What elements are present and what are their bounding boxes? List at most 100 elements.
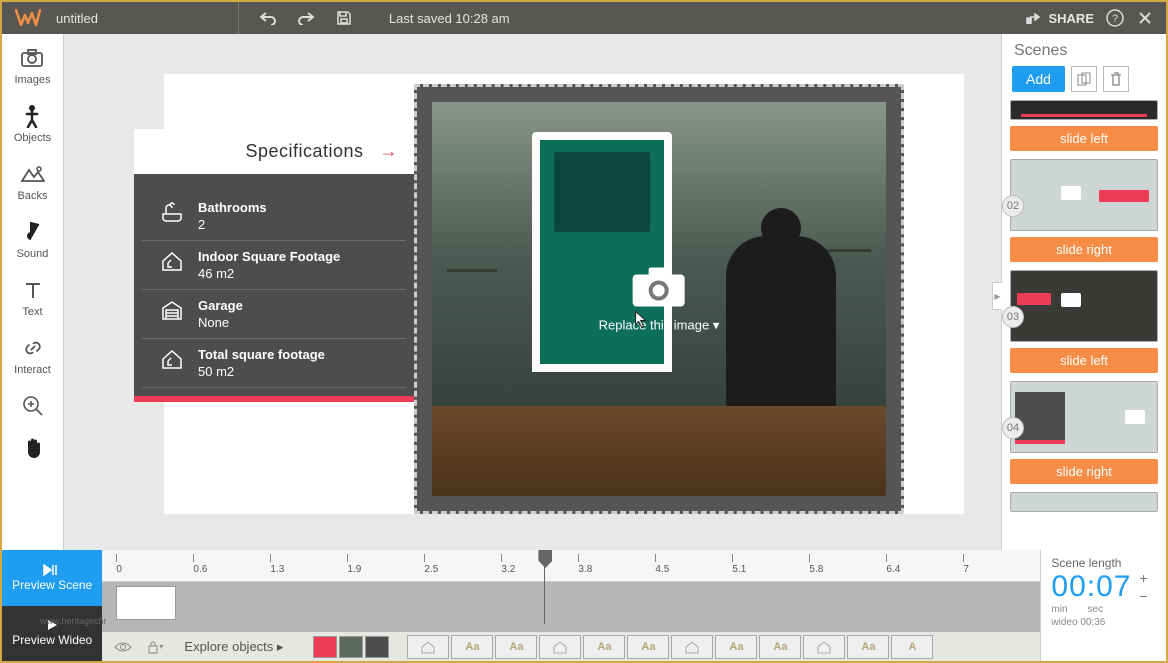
layer-item[interactable]: Aa <box>583 635 625 659</box>
specifications-panel[interactable]: Specifications → Bathrooms2 Indoor Squar… <box>134 129 414 402</box>
delete-scene-button[interactable] <box>1103 66 1129 92</box>
layer-item[interactable]: Aa <box>759 635 801 659</box>
collapse-panel-handle[interactable]: ▶ <box>992 282 1002 310</box>
scene-transition[interactable]: slide right <box>1010 459 1158 484</box>
tool-interact[interactable]: Interact <box>14 336 51 376</box>
visibility-toggle[interactable] <box>112 637 134 657</box>
spec-accent-bar <box>134 396 414 402</box>
ruler-tick: 0 <box>116 550 193 575</box>
undo-button[interactable] <box>259 9 277 27</box>
ruler-tick: 7 <box>963 550 1040 575</box>
link-icon <box>21 336 45 360</box>
color-swatch[interactable] <box>313 636 337 658</box>
help-button[interactable]: ? <box>1106 9 1124 27</box>
scene-list[interactable]: slide left 02 slide right 03 slide left … <box>1002 100 1166 554</box>
scene-number: 03 <box>1002 306 1024 328</box>
topbar: untitled Last saved 10:28 am SHARE ? <box>2 2 1166 34</box>
ruler-tick: 3.8 <box>578 550 655 575</box>
tool-backs[interactable]: Backs <box>18 162 48 202</box>
spec-row: Total square footage50 m2 <box>142 339 406 388</box>
zoom-icon <box>21 394 45 418</box>
scene-item[interactable]: 03 slide left <box>1010 270 1158 373</box>
decrease-length-button[interactable]: − <box>1139 588 1148 604</box>
lock-toggle[interactable]: ▾ <box>144 637 166 657</box>
preview-wideo-button[interactable]: Preview Wideo <box>2 606 102 662</box>
scene-thumbnail[interactable] <box>1010 381 1158 453</box>
spec-row: Indoor Square Footage46 m2 <box>142 241 406 290</box>
replace-image-button[interactable]: Replace this image ▾ <box>599 265 720 334</box>
layer-item[interactable]: Aa <box>847 635 889 659</box>
layer-item[interactable] <box>539 635 581 659</box>
redo-button[interactable] <box>297 9 315 27</box>
save-button[interactable] <box>335 9 353 27</box>
layer-item[interactable]: Aa <box>495 635 537 659</box>
scene-length-panel: Scene length 00:07 + − min sec wideo 00:… <box>1040 550 1166 661</box>
person-icon <box>20 104 44 128</box>
timeline-track[interactable] <box>102 582 1040 631</box>
scene-length-time: 00:07 + − <box>1051 570 1156 604</box>
scenes-panel: Scenes Add slide left 02 slide right 03 … <box>1001 34 1166 554</box>
scene-transition[interactable]: slide right <box>1010 237 1158 262</box>
layer-item[interactable] <box>671 635 713 659</box>
arrow-right-icon: → <box>380 141 399 162</box>
scene-transition[interactable]: slide left <box>1010 126 1158 151</box>
color-swatch[interactable] <box>365 636 389 658</box>
tool-zoom[interactable] <box>21 394 45 418</box>
close-button[interactable] <box>1136 9 1154 27</box>
bathtub-icon <box>160 200 184 224</box>
canvas-area[interactable]: Replace this image ▾ Specifications → Ba… <box>64 34 1001 550</box>
layer-item[interactable] <box>407 635 449 659</box>
divider <box>238 2 239 34</box>
cursor-icon <box>635 311 649 329</box>
layer-item[interactable]: A <box>891 635 933 659</box>
ruler-tick: 2.5 <box>424 550 501 575</box>
scene-thumbnail[interactable] <box>1010 492 1158 512</box>
scene-thumbnail[interactable] <box>1010 159 1158 231</box>
canvas-stage[interactable]: Replace this image ▾ Specifications → Ba… <box>164 74 964 514</box>
tool-sound[interactable]: Sound <box>17 220 49 260</box>
document-title[interactable]: untitled <box>56 11 98 26</box>
music-note-icon <box>21 220 45 244</box>
tool-images[interactable]: Images <box>14 46 50 86</box>
scene-transition[interactable]: slide left <box>1010 348 1158 373</box>
add-scene-button[interactable]: Add <box>1012 66 1065 92</box>
duplicate-scene-button[interactable] <box>1071 66 1097 92</box>
object-thumb[interactable] <box>339 636 363 658</box>
tool-text[interactable]: Text <box>21 278 45 318</box>
scene-thumbnail[interactable] <box>1010 270 1158 342</box>
bottom-panel: Preview Scene Preview Wideo 0 0.6 1.3 1.… <box>2 550 1166 661</box>
scene-number: 04 <box>1002 417 1024 439</box>
ruler-tick: 5.8 <box>809 550 886 575</box>
text-icon <box>21 278 45 302</box>
scene-item[interactable]: slide left <box>1010 100 1158 151</box>
play-icon <box>43 564 61 576</box>
share-button[interactable]: SHARE <box>1026 11 1094 26</box>
image-placeholder[interactable]: Replace this image ▾ <box>414 84 904 514</box>
timeline-ruler[interactable]: 0 0.6 1.3 1.9 2.5 3.2 3.8 4.5 5.1 5.8 6.… <box>102 550 1040 582</box>
scene-item[interactable] <box>1010 492 1158 512</box>
timeline[interactable]: 0 0.6 1.3 1.9 2.5 3.2 3.8 4.5 5.1 5.8 6.… <box>102 550 1040 661</box>
layer-item[interactable]: Aa <box>627 635 669 659</box>
house-area-icon <box>160 347 184 371</box>
object-bar: ▾ Explore objects ▸ Aa Aa Aa Aa Aa Aa Aa… <box>102 631 1040 661</box>
scene-thumbnail[interactable] <box>1010 100 1158 120</box>
layer-item[interactable]: Aa <box>715 635 757 659</box>
preview-scene-button[interactable]: Preview Scene <box>2 550 102 606</box>
tool-pan[interactable] <box>21 436 45 460</box>
watermark-text: www.heritagechr <box>40 616 107 626</box>
hand-icon <box>21 436 45 460</box>
scene-item[interactable]: 02 slide right <box>1010 159 1158 262</box>
layer-item[interactable]: Aa <box>451 635 493 659</box>
scene-item[interactable]: 04 slide right <box>1010 381 1158 484</box>
garage-icon <box>160 298 184 322</box>
layer-item[interactable] <box>803 635 845 659</box>
svg-text:?: ? <box>1112 13 1118 25</box>
ruler-tick: 5.1 <box>732 550 809 575</box>
ruler-tick: 4.5 <box>655 550 732 575</box>
explore-objects-label[interactable]: Explore objects ▸ <box>184 639 283 655</box>
timeline-clip[interactable] <box>116 586 176 620</box>
tool-objects[interactable]: Objects <box>14 104 51 144</box>
increase-length-button[interactable]: + <box>1139 570 1148 586</box>
ruler-tick: 1.3 <box>270 550 347 575</box>
ruler-tick: 1.9 <box>347 550 424 575</box>
